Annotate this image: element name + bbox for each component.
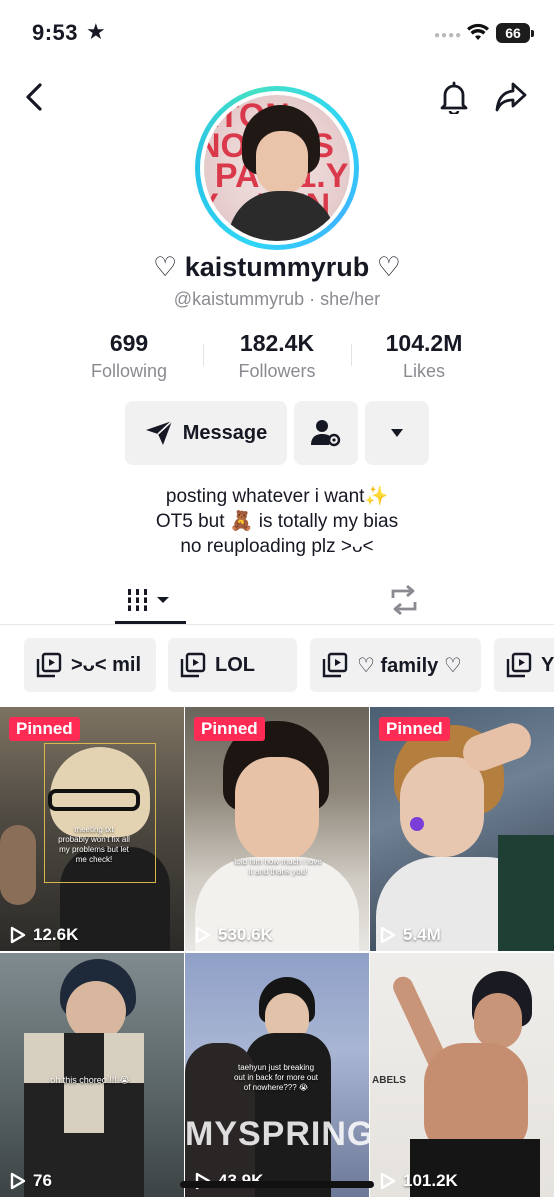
tab-videos[interactable]	[115, 576, 185, 624]
bell-icon	[440, 81, 468, 114]
video-thumbnail[interactable]: MYSPRING taehyun just breaking out in ba…	[185, 953, 369, 1197]
video-thumbnail[interactable]: oh this choreo !!! 😭 76	[0, 953, 184, 1197]
view-count: 5.4M	[380, 925, 441, 945]
stat-value: 699	[109, 330, 149, 356]
notifications-button[interactable]	[436, 78, 472, 116]
play-icon	[10, 1172, 26, 1190]
stat-divider	[203, 344, 204, 366]
background-signage: MYSPRING	[185, 1115, 369, 1153]
pinned-badge: Pinned	[194, 717, 265, 741]
playlist-icon	[506, 652, 532, 678]
view-count: 76	[10, 1171, 52, 1191]
view-count-value: 76	[33, 1171, 52, 1190]
play-icon	[380, 1172, 396, 1190]
video-caption: oh this choreo !!! 😭	[50, 1075, 130, 1085]
playlist-label: Y	[541, 653, 554, 676]
playlist-icon	[36, 652, 62, 678]
video-thumbnail[interactable]: told him how much i love it and thank yo…	[185, 707, 369, 951]
star-icon: ★	[86, 19, 106, 44]
username: @kaistummyrub	[173, 289, 305, 309]
video-caption: meeting txt probably won't fix all my pr…	[58, 825, 130, 864]
message-icon	[145, 420, 173, 445]
stat-label: Following	[90, 361, 168, 381]
playlist-chip[interactable]: Y	[494, 638, 554, 692]
videos-grid-icon	[126, 589, 169, 611]
display-name: ♡ kaistummyrub ♡	[153, 252, 401, 282]
repost-icon	[391, 585, 417, 615]
video-thumbnail[interactable]: ABELS 101.2K	[370, 953, 554, 1197]
view-count-value: 12.6K	[33, 925, 79, 944]
back-icon	[26, 83, 42, 111]
view-count: 530.6K	[195, 925, 273, 945]
video-caption: taehyun just breaking out in back for mo…	[233, 1063, 319, 1092]
view-count: 101.2K	[380, 1171, 458, 1191]
status-time: 9:53	[32, 20, 79, 45]
share-button[interactable]	[492, 78, 530, 116]
bio: posting whatever i want✨ OT5 but 🧸 is to…	[0, 484, 554, 559]
separator: ·	[309, 289, 316, 309]
playlist-label: ♡ family ♡	[357, 654, 462, 677]
playlist-label: LOL	[215, 653, 255, 676]
view-count-value: 101.2K	[403, 1171, 458, 1190]
stat-divider	[351, 344, 352, 366]
avatar-ring[interactable]: XTONNOFALS. PA 01.YY UUN	[195, 86, 359, 250]
tab-divider	[0, 624, 554, 625]
playlist-chip[interactable]: ♡ family ♡	[310, 638, 481, 692]
stat-label: Likes	[402, 361, 446, 381]
video-caption: told him how much i love it and thank yo…	[234, 857, 322, 876]
handle-row: @kaistummyrub · she/her	[0, 289, 554, 310]
view-count: 12.6K	[10, 925, 78, 945]
add-friend-button[interactable]	[294, 401, 358, 465]
suggested-accounts-button[interactable]	[365, 401, 429, 465]
playlist-icon	[180, 652, 206, 678]
play-icon	[195, 926, 211, 944]
video-grid: meeting txt probably won't fix all my pr…	[0, 707, 554, 1199]
stat-following[interactable]: 699 Following	[80, 330, 178, 382]
pinned-badge: Pinned	[9, 717, 80, 741]
message-button[interactable]: Message	[125, 401, 287, 465]
play-icon	[380, 926, 396, 944]
playlist-row: >ᴗ< mil LOL ♡ family ♡ Y	[0, 638, 554, 694]
signal-icon: ●●●●	[434, 30, 463, 41]
home-indicator[interactable]	[180, 1181, 374, 1188]
play-icon	[10, 926, 26, 944]
stat-value: 104.2M	[385, 330, 463, 356]
bio-line: posting whatever i want✨	[165, 486, 389, 507]
stat-label: Followers	[238, 361, 316, 381]
background-signage: ABELS	[372, 1075, 406, 1086]
stat-followers[interactable]: 182.4K Followers	[225, 330, 329, 382]
status-bar: 9:53 ★ ●●●● 66	[0, 0, 554, 70]
message-button-label: Message	[182, 421, 268, 444]
avatar: XTONNOFALS. PA 01.YY UUN	[204, 95, 350, 241]
playlist-chip[interactable]: LOL	[168, 638, 297, 692]
view-count-value: 5.4M	[403, 925, 441, 944]
playlist-label: >ᴗ< mil	[71, 653, 142, 676]
video-thumbnail[interactable]: Pinned 5.4M	[370, 707, 554, 951]
bio-line: no reuploading plz >ᴗ<	[180, 536, 374, 557]
tab-reposts[interactable]	[380, 576, 428, 624]
video-thumbnail[interactable]: meeting txt probably won't fix all my pr…	[0, 707, 184, 951]
wifi-icon	[467, 23, 489, 40]
stat-value: 182.4K	[239, 330, 315, 356]
battery-indicator: 66	[496, 23, 534, 43]
stat-likes[interactable]: 104.2M Likes	[372, 330, 476, 382]
view-count-value: 530.6K	[218, 925, 273, 944]
pronouns: she/her	[320, 289, 381, 309]
add-friend-icon	[311, 420, 341, 447]
share-icon	[495, 82, 527, 112]
playlist-icon	[322, 652, 348, 678]
dropdown-icon	[391, 429, 403, 437]
bio-line: OT5 but 🧸 is totally my bias	[155, 511, 399, 532]
pinned-badge: Pinned	[379, 717, 450, 741]
back-button[interactable]	[18, 80, 50, 114]
playlist-chip[interactable]: >ᴗ< mil	[24, 638, 156, 692]
